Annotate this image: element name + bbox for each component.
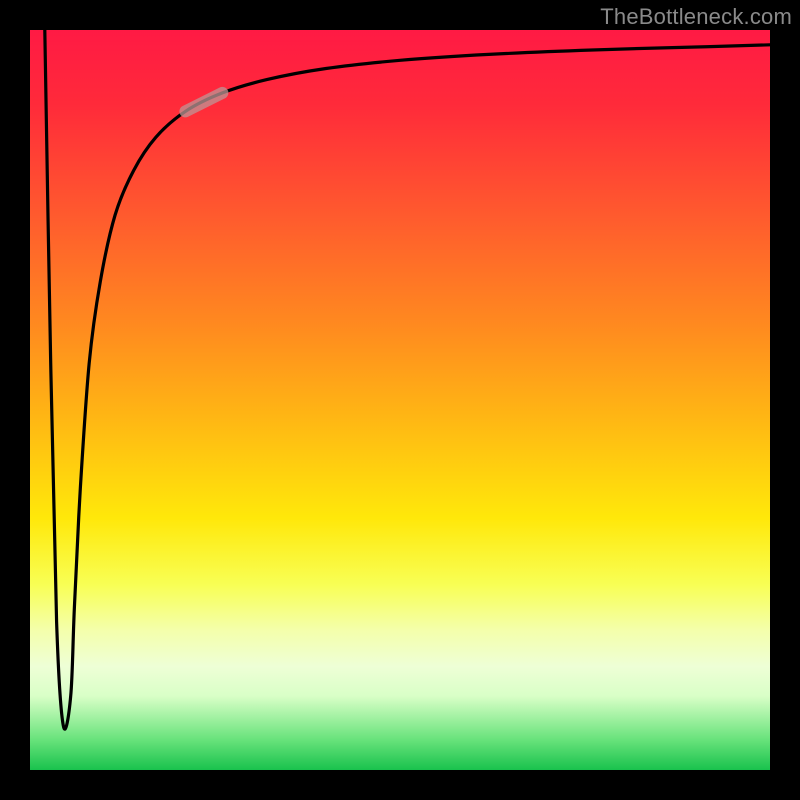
chart-frame: TheBottleneck.com: [0, 0, 800, 800]
bottleneck-curve: [30, 30, 770, 770]
watermark-text: TheBottleneck.com: [600, 4, 792, 30]
curve-highlight: [185, 93, 222, 112]
plot-area: [30, 30, 770, 770]
curve-path: [45, 30, 770, 729]
